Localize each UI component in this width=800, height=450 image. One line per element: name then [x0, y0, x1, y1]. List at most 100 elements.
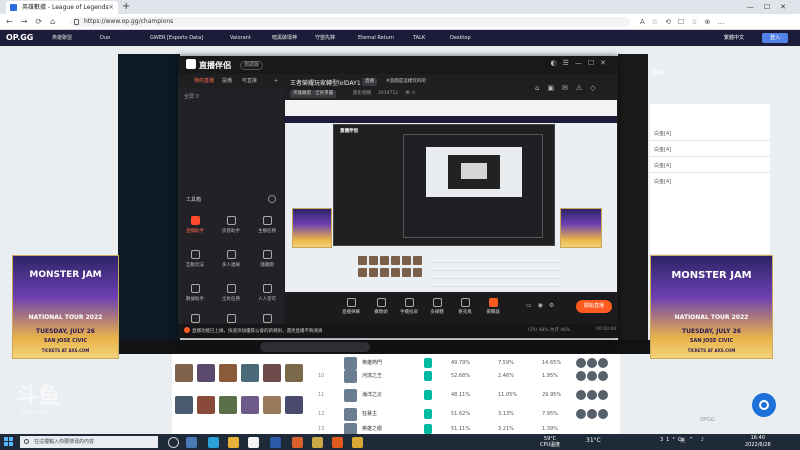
- taskbar-app-icon[interactable]: [270, 437, 281, 448]
- data-icon: [190, 284, 200, 293]
- browser-nav-buttons[interactable]: ←→⟳⌂: [6, 14, 63, 30]
- system-stats: CPU 48% 內存 46%: [528, 328, 571, 333]
- language-select[interactable]: 繁體中文: [724, 30, 744, 46]
- chrome-icon[interactable]: [248, 437, 259, 448]
- app-window-controls[interactable]: ◐☰—☐✕: [550, 59, 612, 67]
- stream-title[interactable]: 王者榮耀玩家轉型lolDAY1: [290, 78, 361, 87]
- speaker-button[interactable]: 揚聲器: [480, 298, 506, 315]
- ad-banner-right[interactable]: MONSTER JAM NATIONAL TOUR 2022 TUESDAY, …: [650, 255, 773, 359]
- champion-icon[interactable]: [175, 396, 193, 414]
- nav-item-overwatch[interactable]: 守望先鋒: [315, 30, 335, 46]
- notice-text[interactable]: 直播功能已上線，快速添加優質公會的新規則，遇見直播不夠清爽: [184, 327, 323, 334]
- file-explorer-icon[interactable]: [228, 437, 239, 448]
- opgg-game-label[interactable]: 英雄聯盟: [52, 30, 72, 46]
- danmaku-button[interactable]: 直播彈幕: [338, 298, 364, 315]
- taskbar-search[interactable]: 在這裡輸入你要搜尋的內容: [20, 436, 158, 448]
- champion-icon[interactable]: [219, 364, 237, 382]
- mic-button[interactable]: 麥克風: [452, 298, 478, 315]
- phone-cast-button[interactable]: 手機投屏: [396, 298, 422, 315]
- tool-data[interactable]: 數據助手: [180, 284, 210, 302]
- task-view-icon[interactable]: [168, 437, 179, 448]
- ime-indicator[interactable]: 英: [680, 437, 685, 444]
- tab-device[interactable]: 設備: [222, 74, 232, 88]
- scene-source-row[interactable]: 全屏 0: [184, 93, 199, 100]
- lock-icon: [74, 19, 79, 25]
- user-icon: [226, 216, 236, 225]
- ad-banner-left[interactable]: MONSTER JAM NATIONAL TOUR 2022 TUESDAY, …: [12, 255, 119, 359]
- url-field[interactable]: https://www.op.gg/champions: [70, 17, 630, 27]
- address-bar-icons[interactable]: A☆⟲☐☆⊕…: [640, 14, 731, 30]
- taskbar-app-icon[interactable]: [292, 437, 303, 448]
- live-companion-icon[interactable]: [332, 437, 343, 448]
- tier-badge: [424, 390, 432, 400]
- champion-icon[interactable]: [263, 396, 281, 414]
- tool-all-task[interactable]: 全民任務: [216, 284, 246, 302]
- app-header-icons[interactable]: ⌂▣✉⚠◇: [535, 84, 604, 92]
- login-button[interactable]: 登入: [762, 33, 788, 43]
- nav-item-talk[interactable]: TALK: [413, 30, 425, 46]
- champion-icon[interactable]: [197, 364, 215, 382]
- chat-icon: [759, 400, 769, 410]
- control-bar-icons[interactable]: ▭◉⚙: [526, 302, 560, 309]
- nav-item-diablo[interactable]: 暗黑破壞神: [272, 30, 297, 46]
- champion-icon[interactable]: [241, 396, 259, 414]
- opgg-logo[interactable]: OP.GG: [6, 30, 33, 46]
- tool-live-assistant[interactable]: 直播助手: [180, 216, 210, 234]
- live-app-logo: 直播伴侶: [186, 59, 231, 71]
- chat-button[interactable]: [752, 393, 776, 417]
- tool-anchor-task[interactable]: 主播任務: [252, 216, 282, 234]
- tab-close-icon[interactable]: ×: [108, 1, 114, 14]
- tool-interactive[interactable]: 互動玩法: [180, 250, 210, 268]
- browser-tab[interactable]: 英雄數據 - League of Legends ×: [6, 1, 118, 14]
- start-live-button[interactable]: 開始直播: [576, 300, 612, 313]
- douyu-watermark: 斗鱼: [16, 384, 61, 409]
- nav-item-eternal-return[interactable]: Eternal Return: [358, 30, 394, 46]
- tab-title: 英雄數據 - League of Legends: [22, 4, 109, 11]
- champion-icon[interactable]: [285, 396, 303, 414]
- new-tab-button[interactable]: +: [122, 0, 130, 14]
- tool-room-admin[interactable]: 房管助手: [216, 216, 246, 234]
- tier-badge: [424, 409, 432, 419]
- nav-item-esports[interactable]: GWER [Esports Data]: [150, 30, 203, 46]
- champion-icon[interactable]: [285, 364, 303, 382]
- game-icon: [190, 250, 200, 259]
- nav-item-duo[interactable]: Duo: [100, 30, 110, 46]
- lol-icon[interactable]: [312, 437, 323, 448]
- tool-multi-connect[interactable]: 多人連線: [216, 250, 246, 268]
- stream-hashtag[interactable]: #遊戲是這樣玩的吧: [386, 78, 426, 86]
- toolbox-settings-icon[interactable]: [268, 195, 276, 203]
- champion-icon[interactable]: [263, 364, 281, 382]
- nav-item-desktop[interactable]: Desktop: [450, 30, 471, 46]
- history-link[interactable]: 歷史相關: [353, 90, 371, 98]
- taskbar-clock[interactable]: 16:40 2022/6/28: [745, 435, 771, 449]
- media-icon: [432, 298, 442, 307]
- version-badge: 測試版: [240, 61, 264, 70]
- stream-tag[interactable]: 直播: [362, 78, 377, 86]
- champion-icon[interactable]: [197, 396, 215, 414]
- live-app-titlebar: 直播伴侶 測試版 ◐☰—☐✕: [178, 56, 618, 74]
- preview-banner-right: [560, 208, 602, 248]
- mic-icon: [190, 314, 200, 323]
- tab-my-live[interactable]: 我的直播: [194, 74, 214, 88]
- champion-icon[interactable]: [241, 364, 259, 382]
- tool-anyone[interactable]: 人人皆可: [252, 284, 282, 302]
- banner-title: MONSTER JAM: [671, 270, 752, 281]
- edge-icon[interactable]: [208, 437, 219, 448]
- rank-label: 白金[4]: [654, 131, 672, 137]
- taskbar-app-icon[interactable]: [352, 437, 363, 448]
- champion-icon[interactable]: [175, 364, 193, 382]
- window-controls[interactable]: —☐✕: [747, 0, 796, 14]
- speaker-icon: [488, 298, 498, 307]
- tab-direct[interactable]: 可直接: [242, 74, 257, 88]
- weather-widget[interactable]: 31°C: [586, 437, 601, 444]
- add-tab-button[interactable]: +: [274, 74, 278, 88]
- champion-icon[interactable]: [219, 396, 237, 414]
- tool-hidden[interactable]: 隱藏圖: [252, 250, 282, 268]
- category-button[interactable]: 英雄聯盟 · 全民爭霸: [290, 90, 337, 98]
- taskbar-app-icon[interactable]: [186, 437, 197, 448]
- windows-start-icon[interactable]: [4, 437, 14, 447]
- overlay-selector[interactable]: [260, 342, 370, 352]
- media-button[interactable]: 多媒體: [424, 298, 450, 315]
- nav-item-valorant[interactable]: Valorant: [230, 30, 251, 46]
- camera-button[interactable]: 攝像頭: [368, 298, 394, 315]
